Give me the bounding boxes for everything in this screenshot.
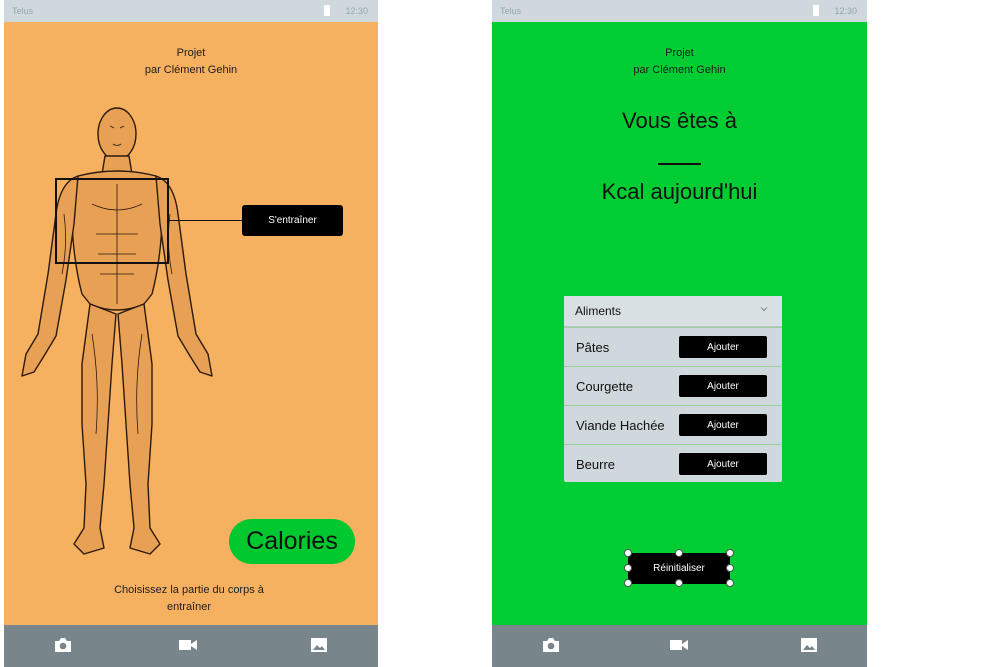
torso-selection-box[interactable] [55,178,169,264]
add-food-button[interactable]: Ajouter [679,375,767,397]
instruction-line2: entraîner [166,601,212,613]
food-item-name: Viande Hachée [576,418,665,433]
project-title: Projet par Clément Gehin [492,45,867,79]
kcal-value-blank [658,163,701,165]
status-bar: Telus 12:30 [4,0,378,22]
battery-icon [813,5,819,16]
carrier-label: Telus [500,6,522,16]
resize-handle[interactable] [726,549,734,557]
resize-handle[interactable] [726,579,734,587]
food-item-row: Viande Hachée Ajouter [564,405,782,444]
reset-button-selection: Réinitialiser [624,549,734,587]
project-author: par Clément Gehin [144,64,238,76]
add-food-button[interactable]: Ajouter [679,336,767,358]
gallery-icon[interactable] [310,637,328,653]
kcal-heading: Vous êtes à [622,108,737,133]
train-button[interactable]: S'entraîner [242,205,343,236]
resize-handle[interactable] [624,549,632,557]
connector-line [169,220,246,221]
food-item-row: Beurre Ajouter [564,444,782,483]
camera-icon[interactable] [54,637,72,653]
resize-handle[interactable] [624,579,632,587]
bottom-nav [4,625,378,667]
kcal-unit-label: Kcal aujourd'hui [601,179,758,204]
food-item-row: Courgette Ajouter [564,366,782,405]
battery-icon [324,5,330,16]
food-list-header: Aliments [575,304,622,318]
food-item-name: Beurre [576,457,616,472]
instruction-text: Choisissez la partie du corps à entraîne… [64,582,314,616]
right-phone-screen: Telus 12:30 Projet par Clément Gehin Vou… [492,0,867,667]
carrier-label: Telus [12,6,34,16]
project-title-line1: Projet [665,47,694,59]
food-item-row: Pâtes Ajouter [564,327,782,366]
clock-time: 12:30 [834,6,857,16]
project-title-line1: Projet [176,47,206,59]
left-phone-screen: Telus 12:30 Projet par Clément Gehin S'e… [4,0,378,667]
project-title: Projet par Clément Gehin [4,45,378,79]
project-author: par Clément Gehin [633,64,726,76]
food-item-name: Courgette [576,379,634,394]
bottom-nav [492,625,867,667]
status-bar: Telus 12:30 [492,0,867,22]
resize-handle[interactable] [624,564,632,572]
resize-handle[interactable] [675,579,683,587]
instruction-line1: Choisissez la partie du corps à [114,584,264,596]
resize-handle[interactable] [675,549,683,557]
food-list-panel: Aliments Pâtes Ajouter Courgette Ajouter… [564,296,782,482]
resize-handle[interactable] [726,564,734,572]
clock-time: 12:30 [345,6,368,16]
anatomy-figure-icon[interactable] [12,104,222,560]
add-food-button[interactable]: Ajouter [679,414,767,436]
chevron-down-icon [760,307,768,312]
video-camera-icon[interactable] [178,637,198,653]
camera-icon[interactable] [542,637,560,653]
video-camera-icon[interactable] [669,637,689,653]
food-list-dropdown[interactable]: Aliments [564,296,782,327]
food-item-name: Pâtes [576,340,610,355]
calories-button[interactable]: Calories [229,519,355,564]
gallery-icon[interactable] [800,637,818,653]
add-food-button[interactable]: Ajouter [679,453,767,475]
